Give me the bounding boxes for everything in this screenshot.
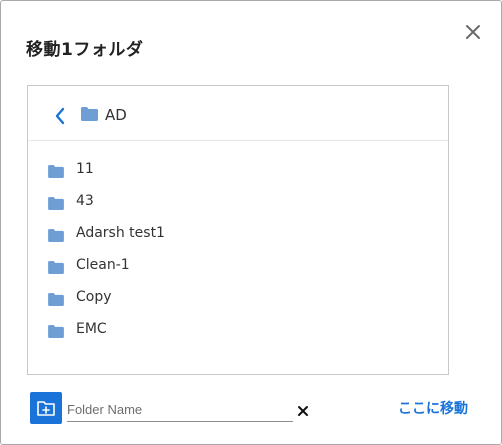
chevron-left-icon [55, 107, 65, 125]
folder-browser: AD 11 43 Adarsh test1 Clean-1 Copy EMC [27, 85, 449, 375]
folder-item[interactable]: EMC [28, 317, 448, 345]
folder-item[interactable]: 11 [28, 157, 448, 185]
dialog-title: 移動1フォルダ [26, 40, 144, 60]
folder-item[interactable]: Adarsh test1 [28, 221, 448, 249]
folder-icon [48, 229, 64, 242]
folder-icon [48, 325, 64, 338]
new-folder-icon [37, 401, 55, 416]
folder-item[interactable]: 43 [28, 189, 448, 217]
folder-item-label: 43 [76, 193, 94, 209]
folder-item-label: EMC [76, 321, 107, 337]
folder-icon [48, 197, 64, 210]
folder-item-label: Copy [76, 289, 112, 305]
breadcrumb: AD [28, 86, 448, 141]
close-icon [466, 25, 480, 39]
folder-icon [81, 107, 98, 121]
move-here-button[interactable]: ここに移動 [398, 398, 468, 418]
folder-item-label: Adarsh test1 [76, 225, 165, 241]
folder-name-input[interactable] [67, 397, 293, 422]
folder-item[interactable]: Clean-1 [28, 253, 448, 281]
move-folder-dialog: 移動1フォルダ AD 11 43 Adarsh test1 Clean-1 Co… [0, 0, 502, 445]
back-button[interactable] [53, 106, 67, 126]
folder-item-label: Clean-1 [76, 257, 130, 273]
folder-icon [48, 293, 64, 306]
new-folder-button[interactable] [30, 392, 62, 424]
folder-icon [48, 261, 64, 274]
clear-icon [298, 406, 308, 416]
folder-item[interactable]: Copy [28, 285, 448, 313]
clear-input-button[interactable] [297, 402, 309, 416]
folder-icon [48, 165, 64, 178]
current-folder-name: AD [105, 106, 127, 124]
folder-item-label: 11 [76, 161, 94, 177]
close-button[interactable] [463, 22, 483, 42]
